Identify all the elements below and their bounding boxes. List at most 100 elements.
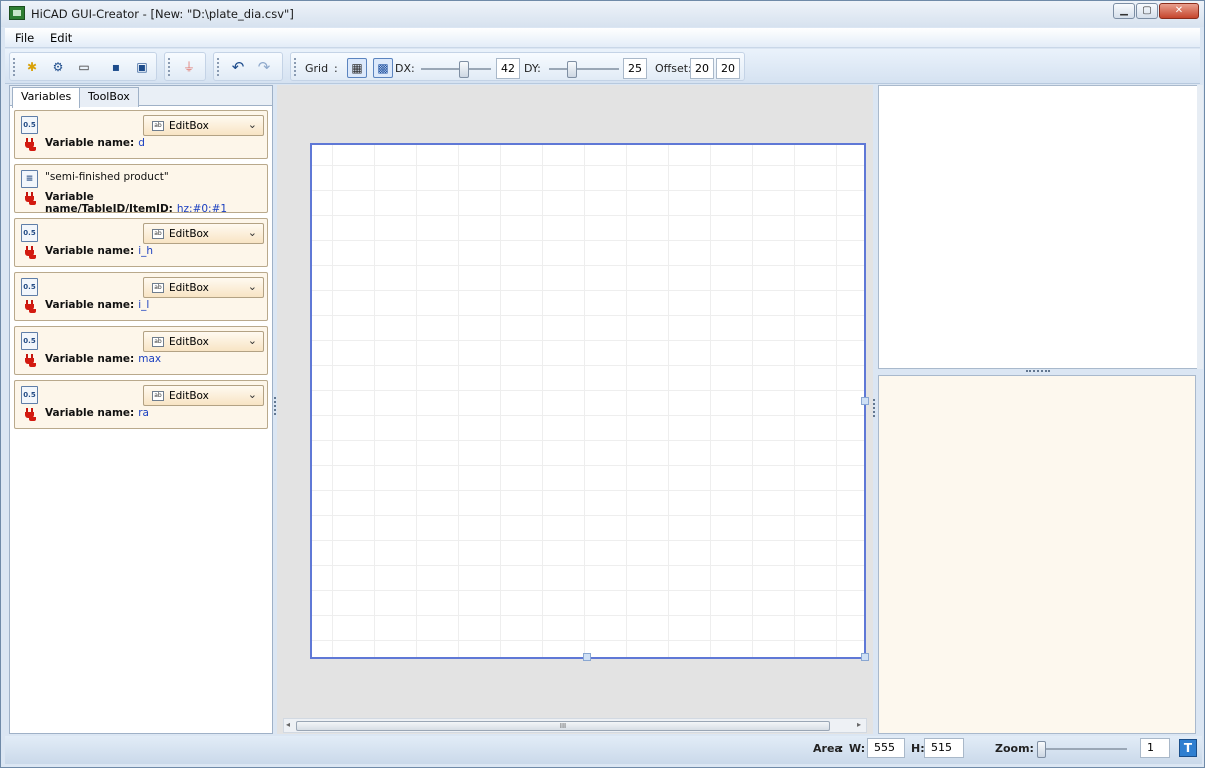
toolbar-grip[interactable] — [294, 58, 296, 76]
editbox-icon: ab — [152, 283, 164, 293]
control-type-dropdown[interactable]: ab EditBox ⌄ — [143, 277, 264, 298]
variable-name-value: max — [138, 353, 162, 365]
control-type-dropdown[interactable]: ab EditBox ⌄ — [143, 223, 264, 244]
variable-card[interactable]: 0.5 Variable name: max ab EditBox ⌄ — [14, 326, 268, 375]
preview-panel — [878, 85, 1198, 369]
plug-icon — [25, 138, 35, 152]
horizontal-scrollbar[interactable]: ◂ III ▸ — [283, 718, 867, 733]
control-type-value: EditBox — [169, 282, 209, 294]
editbox-icon: ab — [152, 229, 164, 239]
resize-handle-corner[interactable] — [861, 653, 869, 661]
variable-name-label: Variable name: — [45, 299, 135, 311]
numeric-variable-icon: 0.5 — [21, 332, 38, 350]
zoom-input[interactable]: 1 — [1140, 738, 1170, 758]
editbox-icon: ab — [152, 121, 164, 131]
close-button[interactable]: ✕ — [1159, 3, 1199, 19]
width-input[interactable]: 555 — [867, 738, 905, 758]
maximize-button[interactable]: ▢ — [1136, 3, 1158, 19]
dy-slider[interactable] — [549, 61, 619, 78]
menu-edit[interactable]: Edit — [50, 31, 72, 45]
minimize-button[interactable]: ▁ — [1113, 3, 1135, 19]
undo-button[interactable]: ↶ — [228, 58, 248, 78]
plug-icon — [25, 408, 35, 422]
offset-x-input[interactable]: 20 — [690, 58, 714, 79]
new-file-button[interactable]: ✱ — [22, 58, 42, 78]
variable-card[interactable]: ≡ "semi-finished product" Variable name/… — [14, 164, 268, 215]
dy-label: DY: — [524, 62, 541, 75]
grid-toolbar-group: Grid : ▦ ▩ DX: 42 DY: 25 Offset: 20 20 — [290, 52, 745, 81]
properties-panel — [878, 375, 1196, 734]
dy-input[interactable]: 25 — [623, 58, 647, 79]
scrollbar-thumb[interactable]: III — [296, 721, 830, 731]
plug-icon-button[interactable]: ⏚ — [179, 58, 199, 78]
design-area: ◂ III ▸ — [277, 85, 873, 734]
toolbar-grip[interactable] — [217, 58, 219, 76]
splitter-grip-icon — [873, 399, 875, 417]
zoom-slider[interactable] — [1037, 741, 1127, 758]
numeric-variable-icon: 0.5 — [21, 224, 38, 242]
editbox-icon: ab — [152, 391, 164, 401]
offset-y-input[interactable]: 20 — [716, 58, 740, 79]
height-input[interactable]: 515 — [924, 738, 964, 758]
resize-handle-bottom[interactable] — [583, 653, 591, 661]
numeric-variable-icon: 0.5 — [21, 386, 38, 404]
variable-card[interactable]: 0.5 Variable name: i_l ab EditBox ⌄ — [14, 272, 268, 321]
status-bar: Area : W: 555 H: 515 Zoom: 1 T — [5, 736, 1202, 764]
variables-panel: Variables ToolBox 0.5 Variable name: d ab… — [9, 85, 273, 734]
control-type-dropdown[interactable]: ab EditBox ⌄ — [143, 385, 264, 406]
control-type-value: EditBox — [169, 120, 209, 132]
resize-handle-right[interactable] — [861, 397, 869, 405]
numeric-variable-icon: 0.5 — [21, 116, 38, 134]
plug-icon — [25, 300, 35, 314]
control-type-dropdown[interactable]: ab EditBox ⌄ — [143, 331, 264, 352]
variable-name-label: Variable name: — [45, 245, 135, 257]
redo-button[interactable]: ↷ — [254, 58, 274, 78]
plug-icon — [25, 354, 35, 368]
zoom-label: Zoom: — [995, 742, 1034, 755]
dy-slider-thumb[interactable] — [567, 61, 577, 78]
tab-toolbox[interactable]: ToolBox — [79, 87, 139, 107]
area-colon: : — [839, 742, 844, 755]
variable-name-label: Variable name: — [45, 137, 135, 149]
open-template-button[interactable]: ⚙ — [48, 58, 68, 78]
dx-label: DX: — [395, 62, 415, 75]
minimize-icon: ▁ — [1120, 5, 1128, 16]
app-window: HiCAD GUI-Creator - [New: "D:\plate_dia.… — [0, 0, 1205, 768]
menu-bar: File Edit — [5, 28, 1200, 48]
toolbar-grip[interactable] — [13, 58, 15, 76]
maximize-icon: ▢ — [1142, 5, 1152, 16]
control-type-value: EditBox — [169, 336, 209, 348]
variable-card[interactable]: 0.5 Variable name: d ab EditBox ⌄ — [14, 110, 268, 159]
right-horizontal-splitter[interactable] — [1026, 370, 1050, 372]
right-splitter[interactable] — [872, 85, 876, 734]
scroll-right-icon[interactable]: ▸ — [857, 720, 861, 729]
control-type-dropdown[interactable]: ab EditBox ⌄ — [143, 115, 264, 136]
dx-slider[interactable] — [421, 61, 491, 78]
title-bar: HiCAD GUI-Creator - [New: "D:\plate_dia.… — [1, 1, 1204, 27]
chevron-down-icon: ⌄ — [247, 226, 257, 239]
variable-name-label: Variable name/TableID/ItemID: — [45, 191, 173, 215]
snap-to-grid-button[interactable]: ▩ — [373, 58, 393, 78]
dialog-canvas[interactable] — [310, 143, 866, 659]
table-variable-icon: ≡ — [21, 170, 38, 188]
width-label: W: — [849, 742, 866, 755]
zoom-slider-thumb[interactable] — [1037, 741, 1046, 758]
scroll-grip-icon: III — [559, 722, 567, 730]
tab-variables[interactable]: Variables — [12, 87, 81, 108]
toolbar-grip[interactable] — [168, 58, 170, 76]
text-mode-button[interactable]: T — [1179, 739, 1197, 757]
variable-name-value: i_h — [138, 245, 154, 257]
scroll-left-icon[interactable]: ◂ — [286, 720, 290, 729]
variable-card[interactable]: 0.5 Variable name: ra ab EditBox ⌄ — [14, 380, 268, 429]
dx-slider-thumb[interactable] — [459, 61, 469, 78]
variable-card[interactable]: 0.5 Variable name: i_h ab EditBox ⌄ — [14, 218, 268, 267]
dx-input[interactable]: 42 — [496, 58, 520, 79]
menu-file[interactable]: File — [15, 31, 34, 45]
save-button[interactable]: ▪ — [106, 58, 126, 78]
grid-toggle-button[interactable]: ▦ — [347, 58, 367, 78]
preview-scrollbar[interactable] — [1197, 85, 1203, 369]
numeric-variable-icon: 0.5 — [21, 278, 38, 296]
save-as-button[interactable]: ▣ — [132, 58, 152, 78]
panel-tabs: Variables ToolBox — [10, 86, 272, 108]
open-folder-button[interactable]: ▭ — [74, 58, 94, 78]
